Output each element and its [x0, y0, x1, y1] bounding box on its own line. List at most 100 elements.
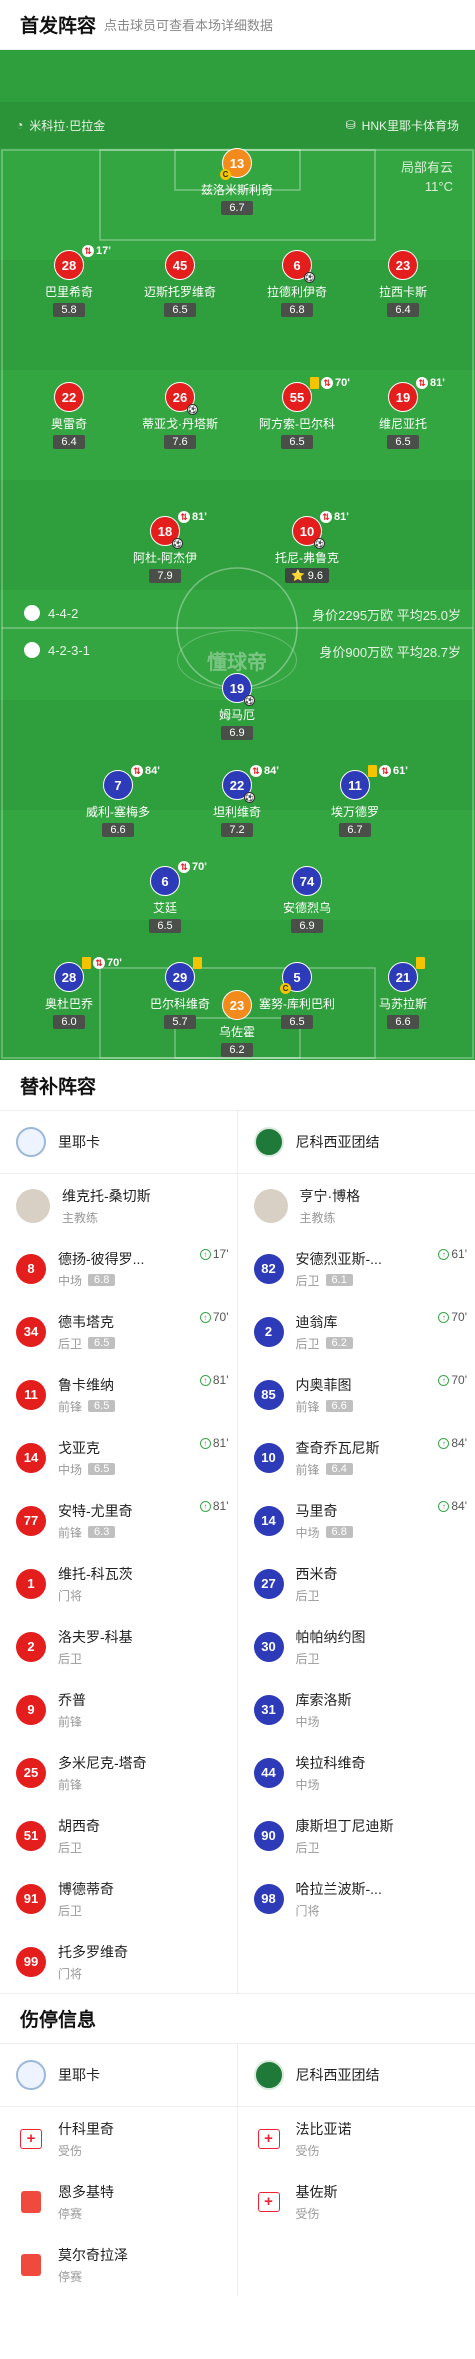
away-injury-0[interactable]: + 法比亚诺 受伤: [238, 2107, 475, 2170]
home-player-6[interactable]: 26 ⚽ 蒂亚戈·丹塔斯 7.6: [115, 382, 245, 450]
sub-number: 8: [16, 1253, 46, 1284]
away-sub-0[interactable]: 82 安德烈亚斯-... 后卫 6.1 ↑ 61': [238, 1237, 475, 1300]
away-player-9[interactable]: 21 马苏拉斯 6.6: [338, 957, 468, 1030]
home-player-4[interactable]: 23 拉西卡斯 6.4: [338, 250, 468, 318]
sub-position: 前锋: [58, 1399, 83, 1414]
home-sub-3[interactable]: 14 戈亚克 中场 6.5 ↑ 81': [0, 1426, 237, 1489]
sub-number: 51: [16, 1820, 46, 1851]
home-team-row[interactable]: 里耶卡: [0, 2044, 237, 2107]
sub-name: 维托-科瓦茨: [58, 1565, 133, 1582]
sub-number: 82: [253, 1253, 284, 1284]
away-player-10[interactable]: 23 乌佐霍 6.2: [172, 990, 302, 1058]
player-number: 13 C: [220, 148, 252, 180]
sub-name: 多米尼克-塔奇: [58, 1754, 147, 1771]
away-team-row[interactable]: 尼科西亚团结: [237, 1111, 475, 1174]
lineup-title: 首发阵容: [20, 16, 97, 37]
sub-number: 27: [253, 1568, 284, 1599]
sub-position: 后卫: [295, 1588, 320, 1603]
player-rating: 7.6: [164, 435, 196, 449]
player-number: 23: [388, 250, 418, 280]
sub-name: 埃拉科维奇: [295, 1754, 366, 1771]
sub-in-icon: ↑: [438, 1248, 450, 1260]
player-number: 5C: [280, 962, 312, 994]
home-sub-8[interactable]: 25 多米尼克-塔奇 前锋: [0, 1741, 237, 1804]
home-team-logo-small: [24, 605, 40, 621]
sub-position: 前锋: [295, 1399, 320, 1414]
away-sub-1[interactable]: 2 迪翁库 后卫 6.2 ↑ 70': [238, 1300, 475, 1363]
home-sub-5[interactable]: 1 维托-科瓦茨 门将: [0, 1552, 237, 1615]
home-player-8[interactable]: 19 ⇅ 81' 维尼亚托 6.5: [338, 377, 468, 450]
home-player-0[interactable]: 13 C 兹洛米斯利奇 6.7: [172, 148, 302, 216]
sub-position: 门将: [295, 1903, 320, 1918]
away-sub-7[interactable]: 31 库索洛斯 中场: [238, 1678, 475, 1741]
player-rating: 6.4: [53, 435, 85, 449]
sub-rating: 6.1: [325, 1274, 353, 1286]
home-sub-7[interactable]: 9 乔普 前锋: [0, 1678, 237, 1741]
sub-rating: 6.5: [88, 1337, 116, 1349]
away-player-0[interactable]: 19 ⚽ 姆马厄 6.9: [172, 673, 302, 741]
away-subs: 尼科西亚团结 亨宁·博格 主教练 82 安德烈亚斯-... 后卫 6.1 ↑ 61' 2 迪翁库 后卫…: [237, 1111, 475, 1993]
sub-rating: 6.5: [88, 1463, 116, 1475]
player-events: ⇅ 81': [416, 377, 445, 389]
away-sub-5[interactable]: 27 西米奇后卫: [238, 1552, 475, 1615]
home-player-9[interactable]: 18 ⚽ ⇅ 81' 阿杜-阿杰伊 7.9: [100, 511, 230, 584]
home-player-10[interactable]: 10 ⚽ ⇅ 81' 托尼-弗鲁克 ⭐ 9.6: [242, 511, 372, 584]
sub-time: ↑ 17': [199, 1247, 229, 1261]
home-coach[interactable]: 维克托-桑切斯 主教练: [0, 1174, 237, 1237]
away-player-4[interactable]: 6 ⇅ 70' 艾廷 6.5: [100, 861, 230, 934]
yellow-card-icon: [416, 957, 425, 969]
yellow-card-icon: [368, 765, 377, 777]
substitution-icon: ⇅: [93, 957, 105, 969]
sub-number: 34: [16, 1316, 46, 1347]
away-sub-8[interactable]: 44 埃拉科维奇 中场: [238, 1741, 475, 1804]
away-player-1[interactable]: 7 ⇅ 84' 威利-塞梅多 6.6: [53, 765, 183, 838]
away-player-2[interactable]: 22 ⚽ ⇅ 84' 坦利维奇 7.2: [172, 765, 302, 838]
home-sub-4[interactable]: 77 安特-尤里奇 前锋 6.3 ↑ 81': [0, 1489, 237, 1552]
home-sub-11[interactable]: 99 托多罗维奇 门将: [0, 1930, 237, 1993]
home-sub-2[interactable]: 11 鲁卡维纳 前锋 6.5 ↑ 81': [0, 1363, 237, 1426]
away-team-row[interactable]: 尼科西亚团结: [237, 2044, 475, 2107]
sub-name: 胡西奇: [58, 1817, 100, 1834]
home-sub-10[interactable]: 91 博德蒂奇 后卫: [0, 1867, 237, 1930]
red-card-icon: [21, 2253, 41, 2276]
sub-position: 门将: [58, 1966, 83, 1981]
away-player-3[interactable]: 11 ⇅ 61' 埃万德罗 6.7: [290, 765, 420, 838]
player-rating: 6.5: [164, 303, 196, 317]
away-player-5[interactable]: 74 安德烈乌 6.9: [242, 866, 372, 934]
injury-cross-icon: +: [257, 2128, 280, 2149]
team-name: 里耶卡: [58, 1134, 100, 1150]
sub-rating: 6.6: [325, 1400, 353, 1412]
player-number: 45: [165, 250, 195, 280]
weather: 局部有云 11°C: [401, 158, 453, 196]
sub-in-icon: ↑: [438, 1437, 450, 1449]
home-player-2[interactable]: 45 迈斯托罗维奇 6.5: [115, 250, 245, 318]
away-coach[interactable]: 亨宁·博格 主教练: [238, 1174, 475, 1237]
away-sub-9[interactable]: 90 康斯坦丁尼迪斯 后卫: [238, 1804, 475, 1867]
home-sub-0[interactable]: 8 德扬-彼得罗... 中场 6.8 ↑ 17': [0, 1237, 237, 1300]
away-sub-2[interactable]: 85 内奥菲图 前锋 6.6 ↑ 70': [238, 1363, 475, 1426]
player-number: 10 ⚽ ⇅ 81': [292, 511, 349, 549]
home-injury-0[interactable]: + 什科里奇 受伤: [0, 2107, 237, 2170]
away-sub-3[interactable]: 10 查奇乔瓦尼斯 前锋 6.4 ↑ 84': [238, 1426, 475, 1489]
away-injury-1[interactable]: + 基佐斯 受伤: [238, 2170, 475, 2233]
home-sub-9[interactable]: 51 胡西奇 后卫: [0, 1804, 237, 1867]
player-name: 坦利维奇: [212, 805, 261, 819]
subs-title: 替补阵容: [20, 1076, 97, 1098]
sub-name: 西米奇: [295, 1565, 338, 1582]
player-number: 19 ⚽: [222, 673, 255, 706]
player-rating: 6.5: [149, 919, 181, 933]
home-team-row[interactable]: 里耶卡: [0, 1111, 237, 1174]
coach-role: 主教练: [299, 1210, 336, 1225]
event-time: 84': [145, 765, 160, 777]
player-rating: 7.2: [221, 823, 253, 837]
sub-time: ↑ 81': [199, 1436, 229, 1450]
away-sub-10[interactable]: 98 哈拉兰波斯-... 门将: [238, 1867, 475, 1930]
home-injury-1[interactable]: 恩多基特 停赛: [0, 2170, 237, 2233]
away-sub-4[interactable]: 14 马里奇 中场 6.8 ↑ 84': [238, 1489, 475, 1552]
home-sub-6[interactable]: 2 洛夫罗-科基 后卫: [0, 1615, 237, 1678]
player-number: 22 ⚽ ⇅ 84': [222, 765, 279, 803]
home-sub-1[interactable]: 34 德韦塔克 后卫 6.5 ↑ 70': [0, 1300, 237, 1363]
home-injury-2[interactable]: 莫尔奇拉泽 停赛: [0, 2233, 237, 2296]
away-sub-6[interactable]: 30 帕帕纳约图 后卫: [238, 1615, 475, 1678]
injury-title: 伤停信息: [0, 1993, 475, 2043]
